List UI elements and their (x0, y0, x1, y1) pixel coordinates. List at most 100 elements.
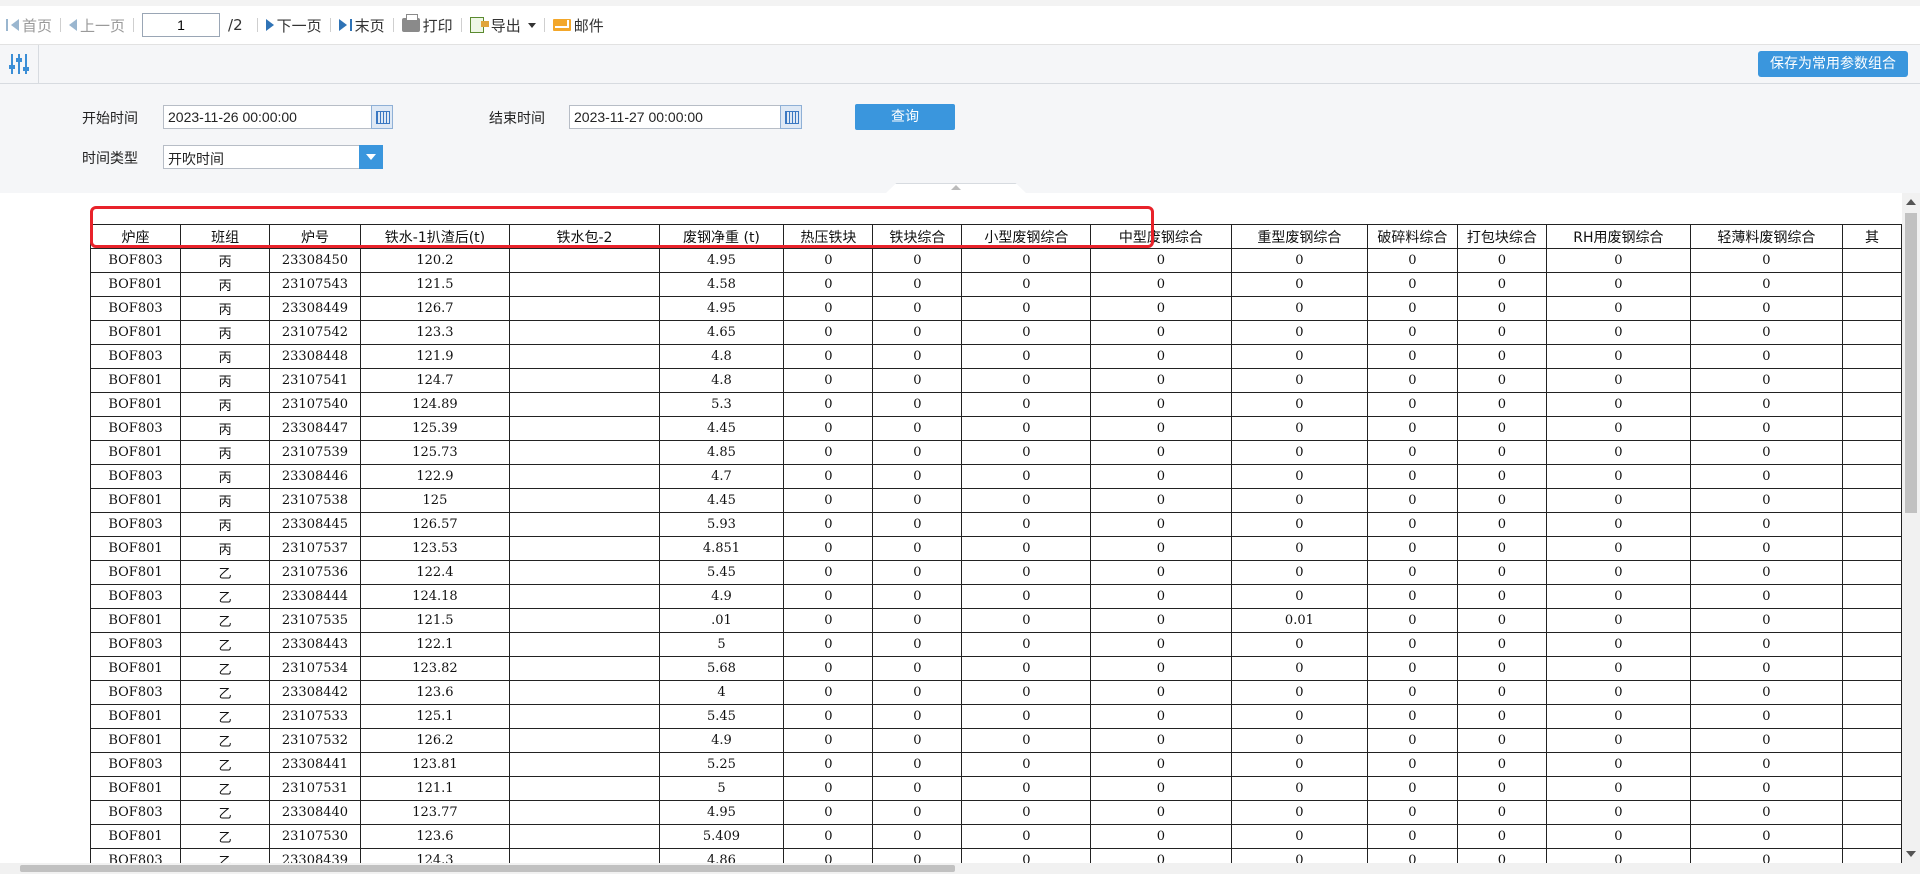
table-cell (1842, 536, 1902, 561)
scroll-up-icon[interactable] (1906, 199, 1916, 205)
table-cell: 124.3 (359, 848, 511, 863)
table-row: BOF803 丙 23308450 120.2 4.95 0 0 0 0 0 0 0 0 0 (89, 248, 1902, 273)
table-cell: 0 (783, 248, 874, 273)
table-cell: 0 (1367, 536, 1458, 561)
table-cell: 0 (1546, 824, 1691, 849)
last-page-bar-icon (349, 19, 352, 31)
table-row: BOF801 丙 23107537 123.53 4.851 0 0 0 0 0 0 0 0 0 (89, 536, 1902, 561)
time-type-select[interactable]: 开吹时间 (163, 145, 383, 169)
prev-page-button[interactable]: 上一页 (63, 15, 131, 36)
table-cell: 0 (961, 824, 1092, 849)
table-cell: 0 (872, 584, 963, 609)
page-total-label: /2 (228, 16, 243, 34)
table-cell (509, 656, 660, 681)
table-cell (509, 560, 660, 585)
table-cell: 0 (1367, 584, 1458, 609)
next-page-button[interactable]: 下一页 (260, 15, 328, 36)
table-cell: BOF801 (89, 560, 182, 585)
table-cell: 0 (872, 344, 963, 369)
calendar-icon[interactable] (371, 105, 393, 129)
table-cell: 0 (961, 776, 1092, 801)
table-cell: 0 (1689, 296, 1844, 321)
table-cell: 0 (1367, 392, 1458, 417)
table-cell (1842, 272, 1902, 297)
table-cell: 0 (1689, 656, 1844, 681)
next-page-icon (265, 19, 274, 31)
vertical-scroll-thumb[interactable] (1905, 213, 1917, 513)
table-cell: 0 (1230, 704, 1369, 729)
table-cell: 0 (1689, 464, 1844, 489)
scroll-down-icon[interactable] (1906, 851, 1916, 857)
parameter-panel: 保存为常用参数组合 开始时间 2023-11-26 00:00:00 结束时间 … (0, 45, 1920, 194)
table-cell: 0 (961, 728, 1092, 753)
last-page-button[interactable]: 末页 (333, 15, 391, 36)
table-cell: 0 (1456, 560, 1548, 585)
horizontal-scroll-thumb[interactable] (20, 865, 955, 872)
table-cell: 0 (1546, 296, 1691, 321)
table-cell: 0 (961, 800, 1092, 825)
first-page-button[interactable]: 首页 (0, 15, 58, 36)
export-button[interactable]: 导出 (464, 15, 542, 36)
table-cell: 0 (783, 848, 874, 863)
table-cell: 0 (1546, 704, 1691, 729)
print-button[interactable]: 打印 (396, 14, 459, 36)
prev-page-icon (69, 19, 78, 31)
table-cell: 0 (1456, 320, 1548, 345)
table-cell: 0 (1546, 656, 1691, 681)
table-cell (509, 416, 660, 441)
table-cell: 4.95 (658, 800, 785, 825)
mail-label: 邮件 (573, 16, 604, 35)
table-cell: 0 (872, 512, 963, 537)
table-cell: 0 (1546, 560, 1691, 585)
table-cell: 0 (872, 632, 963, 657)
table-cell: 5 (658, 776, 785, 801)
table-cell: 23107536 (269, 560, 361, 585)
mail-button[interactable]: 邮件 (547, 15, 610, 36)
table-cell: 0 (783, 680, 874, 705)
query-button[interactable]: 查询 (855, 104, 955, 130)
table-cell: 0 (1367, 848, 1458, 863)
parameter-toggle-icon[interactable] (8, 54, 30, 74)
table-cell: 4.9 (658, 584, 785, 609)
table-row: BOF803 丙 23308449 126.7 4.95 0 0 0 0 0 0 0 0 0 (89, 296, 1902, 321)
table-row: BOF801 乙 23107530 123.6 5.409 0 0 0 0 0 0 0 0 0 (89, 824, 1902, 849)
table-row: BOF801 乙 23107534 123.82 5.68 0 0 0 0 0 0 0 0 0 (89, 656, 1902, 681)
start-time-field[interactable]: 2023-11-26 00:00:00 (163, 105, 393, 129)
calendar-icon[interactable] (780, 105, 802, 129)
table-cell: 0 (1230, 272, 1369, 297)
table-cell: 122.1 (359, 632, 511, 657)
table-cell: 乙 (180, 632, 271, 657)
dropdown-arrow-icon[interactable] (359, 145, 383, 169)
table-cell: 0 (1367, 272, 1458, 297)
vertical-scrollbar[interactable] (1902, 193, 1920, 863)
table-cell (1842, 632, 1902, 657)
table-cell: 0 (961, 368, 1092, 393)
table-cell: 0 (1456, 440, 1548, 465)
table-cell: BOF801 (89, 704, 182, 729)
table-cell: BOF801 (89, 536, 182, 561)
table-row: BOF801 丙 23107540 124.89 5.3 0 0 0 0 0 0 0 0 0 (89, 392, 1902, 417)
table-cell: 0 (1367, 368, 1458, 393)
table-cell: 0 (1689, 416, 1844, 441)
end-time-field[interactable]: 2023-11-27 00:00:00 (569, 105, 802, 129)
table-cell: 0 (1456, 608, 1548, 633)
table-cell: BOF803 (89, 416, 182, 441)
table-cell: 23107542 (269, 320, 361, 345)
table-cell: 23308439 (269, 848, 361, 863)
table-cell: 125 (359, 488, 511, 513)
table-cell: 0 (1546, 464, 1691, 489)
table-cell: BOF801 (89, 608, 182, 633)
page-number-input[interactable] (142, 13, 221, 37)
table-cell: BOF803 (89, 680, 182, 705)
table-cell: 0 (1230, 824, 1369, 849)
table-row: BOF803 乙 23308441 123.81 5.25 0 0 0 0 0 0 0 0 0 (89, 752, 1902, 777)
table-cell: 丙 (180, 344, 271, 369)
table-cell: BOF803 (89, 248, 182, 273)
table-cell: 5.25 (658, 752, 785, 777)
save-params-button[interactable]: 保存为常用参数组合 (1758, 51, 1908, 77)
table-cell: 124.7 (359, 368, 511, 393)
time-type-label: 时间类型 (82, 151, 138, 167)
table-cell: 123.53 (359, 536, 511, 561)
horizontal-scrollbar[interactable] (0, 863, 1920, 874)
export-icon (469, 17, 489, 33)
